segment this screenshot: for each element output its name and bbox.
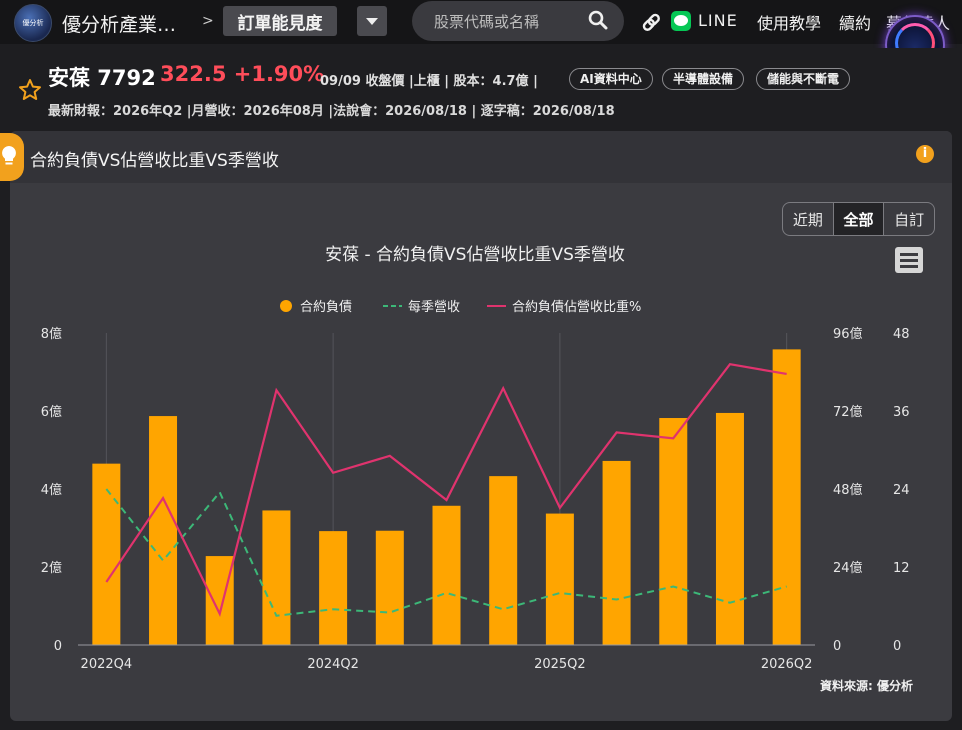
- info-icon[interactable]: i: [916, 145, 934, 163]
- site-logo[interactable]: 優分析: [14, 4, 52, 42]
- brand-title[interactable]: 優分析產業…: [62, 10, 176, 37]
- tag-energy-storage-ups[interactable]: 儲能與不斷電: [756, 68, 851, 90]
- range-custom-button[interactable]: 自訂: [884, 203, 934, 235]
- stock-report-dates: 最新財報：2026年Q2 |月營收：2026年08月 |法說會：2026/08/…: [48, 104, 615, 119]
- range-recent-button[interactable]: 近期: [783, 203, 834, 235]
- range-selector: 近期 全部 自訂: [782, 202, 935, 236]
- stock-price-change: 322.5 +1.90%: [160, 62, 325, 86]
- breadcrumb-separator: >: [202, 13, 214, 29]
- search-input[interactable]: [434, 11, 584, 33]
- line-link[interactable]: LINE: [698, 11, 738, 30]
- nav-tutorial[interactable]: 使用教學: [757, 10, 821, 34]
- chart-menu-icon[interactable]: [895, 247, 923, 273]
- logo-text: 優分析: [22, 19, 44, 27]
- data-source: 資料來源: 優分析: [820, 679, 913, 693]
- tag-ai-datacenter[interactable]: AI資料中心: [569, 68, 653, 90]
- breadcrumb-current-page[interactable]: 訂單能見度: [223, 6, 337, 36]
- stock-meta: 09/09 收盤價 |上櫃 | 股本：4.7億 |: [320, 74, 538, 89]
- search-icon[interactable]: [588, 10, 608, 30]
- link-icon[interactable]: [641, 12, 661, 32]
- nav-renew[interactable]: 續約: [839, 10, 871, 34]
- lightbulb-icon: [2, 146, 16, 165]
- panel-title: 合約負債VS佔營收比重VS季營收: [30, 151, 279, 171]
- chevron-down-icon[interactable]: [357, 6, 387, 36]
- range-all-button[interactable]: 全部: [833, 203, 885, 235]
- star-icon[interactable]: [18, 78, 42, 102]
- line-app-icon[interactable]: [671, 11, 691, 31]
- stock-name-code: 安葆 7792: [48, 66, 156, 90]
- tag-semiconductor-equipment[interactable]: 半導體設備: [662, 68, 745, 90]
